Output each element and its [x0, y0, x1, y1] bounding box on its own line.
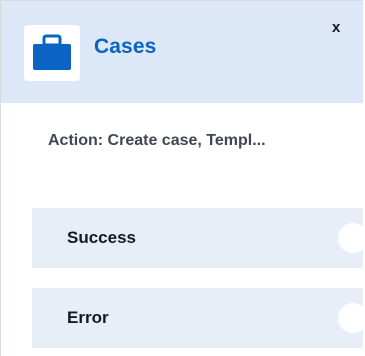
- error-connector-handle[interactable]: [338, 303, 363, 333]
- success-connector-handle[interactable]: [338, 223, 363, 253]
- block-header: Cases x: [1, 1, 363, 103]
- branch-error[interactable]: Error: [32, 288, 363, 348]
- close-button[interactable]: x: [332, 20, 340, 35]
- icon-tile: [24, 25, 80, 81]
- branch-label: Error: [67, 308, 109, 327]
- cases-block[interactable]: Cases x Action: Create case, Templ... Su…: [0, 0, 363, 356]
- action-summary: Action: Create case, Templ...: [48, 132, 266, 149]
- branch-success[interactable]: Success: [32, 208, 363, 268]
- branch-label: Success: [67, 228, 136, 247]
- briefcase-icon: [33, 34, 71, 70]
- block-title: Cases: [94, 35, 157, 58]
